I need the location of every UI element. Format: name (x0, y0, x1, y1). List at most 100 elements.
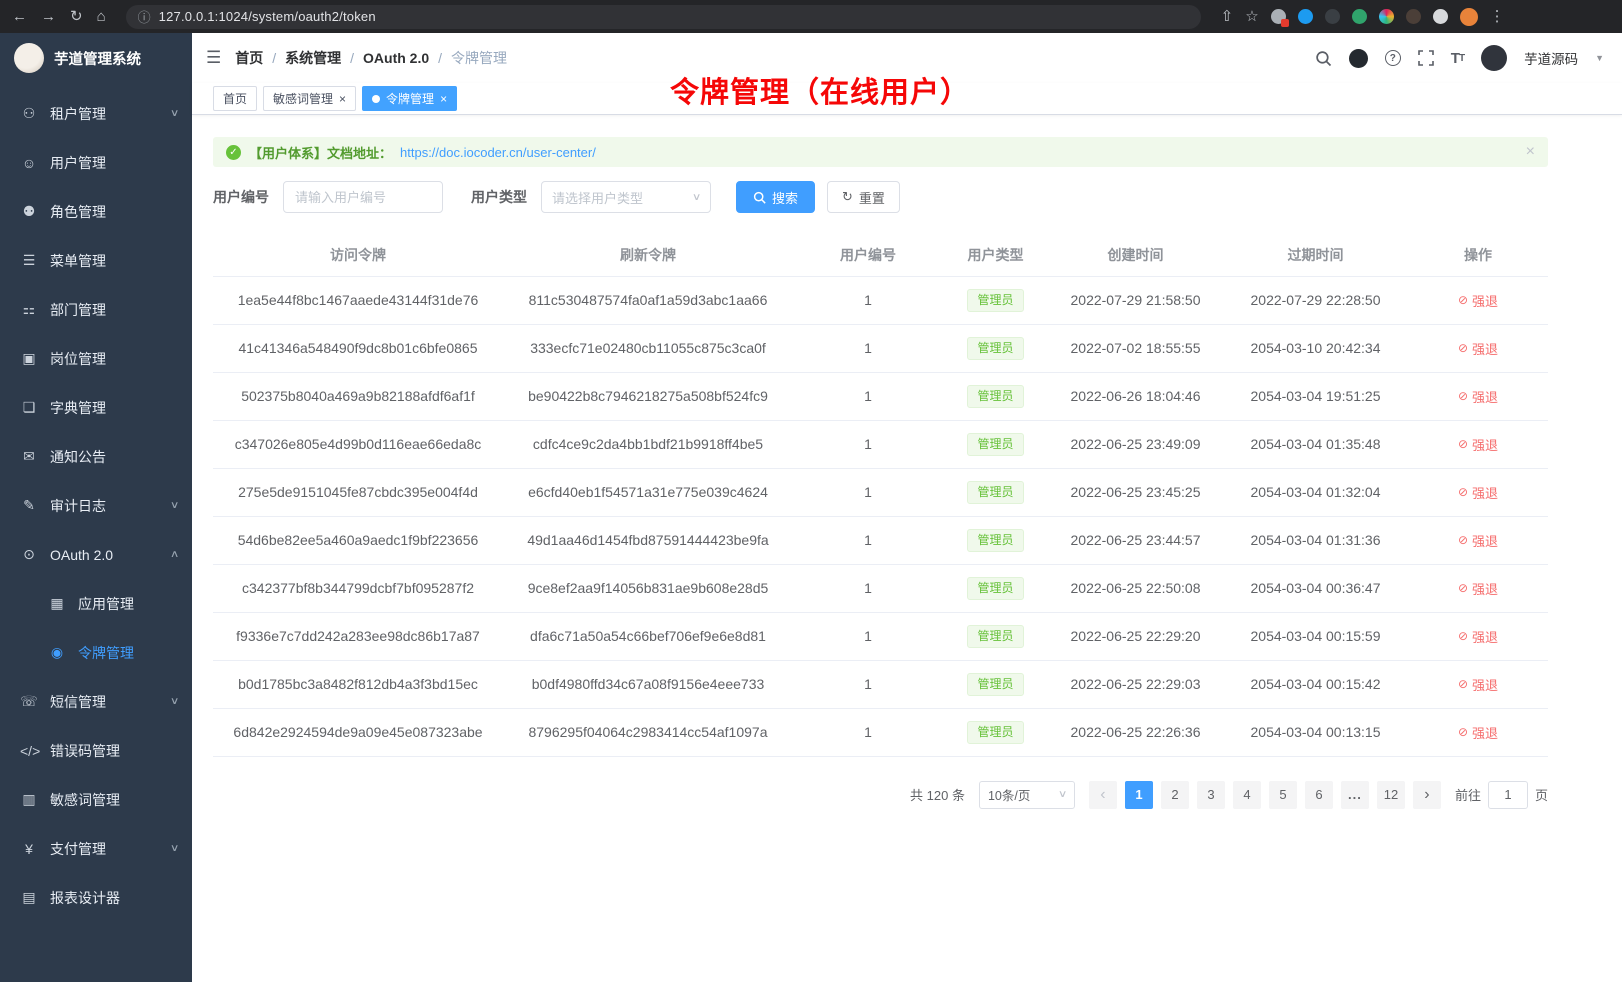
extension-icon[interactable] (1271, 9, 1286, 24)
extension-icon[interactable] (1325, 9, 1340, 24)
share-icon[interactable]: ⇧ (1221, 9, 1234, 24)
force-logout-button[interactable]: ⊘强退 (1458, 387, 1498, 406)
page-size-select[interactable]: 10条/页 ∨ (979, 781, 1075, 809)
active-tab-dot (372, 95, 380, 103)
search-icon[interactable] (1315, 50, 1332, 67)
user-type-badge: 管理员 (967, 289, 1023, 312)
force-logout-button[interactable]: ⊘强退 (1458, 435, 1498, 454)
font-size-icon[interactable]: TT (1451, 50, 1464, 67)
sidebar-item-user[interactable]: ☺用户管理 (0, 138, 192, 187)
sms-icon: ☏ (20, 693, 38, 710)
pagination-total: 共 120 条 (910, 785, 965, 804)
user-id-input[interactable] (283, 181, 443, 213)
pagination-prev-button[interactable]: ‹ (1089, 781, 1117, 809)
force-logout-label: 强退 (1472, 339, 1498, 358)
help-icon[interactable]: ? (1385, 50, 1401, 66)
sidebar-item-role[interactable]: ⚉角色管理 (0, 187, 192, 236)
close-icon[interactable]: × (1526, 143, 1535, 161)
force-logout-button[interactable]: ⊘强退 (1458, 675, 1498, 694)
page-button-3[interactable]: 3 (1197, 781, 1225, 809)
page-button-5[interactable]: 5 (1269, 781, 1297, 809)
chevron-down-icon: ∨ (1058, 789, 1068, 800)
reload-icon[interactable]: ↻ (70, 9, 83, 24)
sidebar-item-tenant[interactable]: ⚇租户管理∨ (0, 89, 192, 138)
breadcrumb-item[interactable]: 系统管理 (285, 48, 341, 68)
sidebar-item-oauth2-token[interactable]: ◉令牌管理 (0, 628, 192, 677)
sidebar-item-pay[interactable]: ¥支付管理∨ (0, 824, 192, 873)
refresh-icon: ↻ (842, 189, 853, 205)
extension-icon[interactable] (1433, 9, 1448, 24)
delete-icon: ⊘ (1458, 725, 1468, 739)
browser-toolbar-right: ⇧ ☆ ⋮ (1221, 8, 1505, 26)
page-button-6[interactable]: 6 (1305, 781, 1333, 809)
expire-time-cell: 2054-03-04 00:15:59 (1223, 612, 1408, 660)
force-logout-button[interactable]: ⊘强退 (1458, 627, 1498, 646)
force-logout-button[interactable]: ⊘强退 (1458, 531, 1498, 550)
extension-icon[interactable] (1352, 9, 1367, 24)
url-bar[interactable]: ⓘ 127.0.0.1:1024/system/oauth2/token (126, 5, 1201, 29)
pagination-next-button[interactable]: › (1413, 781, 1441, 809)
close-icon[interactable]: × (440, 93, 447, 105)
back-icon[interactable]: ← (12, 9, 27, 24)
access-token-cell: c342377bf8b344799dcbf7bf095287f2 (213, 564, 503, 612)
browser-profile-avatar[interactable] (1460, 8, 1478, 26)
force-logout-button[interactable]: ⊘强退 (1458, 483, 1498, 502)
sidebar-item-notice[interactable]: ✉通知公告 (0, 432, 192, 481)
tab-token[interactable]: 令牌管理 × (362, 86, 457, 111)
pagination-more-button[interactable]: ... (1341, 781, 1369, 809)
user-name[interactable]: 芋道源码 (1524, 48, 1578, 68)
browser-menu-icon[interactable]: ⋮ (1490, 9, 1505, 24)
breadcrumb-item[interactable]: 首页 (235, 48, 263, 68)
breadcrumb-item-current: 令牌管理 (451, 48, 507, 68)
sidebar-item-sms[interactable]: ☏短信管理∨ (0, 677, 192, 726)
home-icon[interactable]: ⌂ (97, 9, 106, 24)
breadcrumb-item[interactable]: OAuth 2.0 (363, 50, 429, 66)
search-button[interactable]: 搜索 (736, 181, 815, 213)
forward-icon[interactable]: → (41, 9, 56, 24)
force-logout-button[interactable]: ⊘强退 (1458, 339, 1498, 358)
site-info-icon[interactable]: ⓘ (138, 7, 151, 26)
collapse-menu-icon[interactable]: ☰ (206, 48, 221, 68)
page-button-2[interactable]: 2 (1161, 781, 1189, 809)
sidebar-item-audit-log[interactable]: ✎审计日志∨ (0, 481, 192, 530)
select-placeholder: 请选择用户类型 (552, 188, 643, 207)
created-time-cell: 2022-07-29 21:58:50 (1048, 276, 1223, 324)
bookmark-star-icon[interactable]: ☆ (1245, 9, 1258, 24)
sidebar-item-label: 支付管理 (50, 839, 171, 859)
access-token-cell: 6d842e2924594de9a09e45e087323abe (213, 708, 503, 756)
user-id-cell: 1 (793, 564, 943, 612)
page-button-1[interactable]: 1 (1125, 781, 1153, 809)
sidebar-item-report[interactable]: ▤报表设计器 (0, 873, 192, 922)
github-icon[interactable] (1349, 49, 1368, 68)
column-header-user-id: 用户编号 (793, 235, 943, 276)
tab-home[interactable]: 首页 (213, 86, 257, 111)
extension-icon[interactable] (1298, 9, 1313, 24)
access-token-cell: b0d1785bc3a8482f812db4a3f3bd15ec (213, 660, 503, 708)
sidebar-item-menu[interactable]: ☰菜单管理 (0, 236, 192, 285)
goto-page-input[interactable] (1488, 781, 1528, 809)
force-logout-button[interactable]: ⊘强退 (1458, 579, 1498, 598)
force-logout-button[interactable]: ⊘强退 (1458, 291, 1498, 310)
column-header-expire-time: 过期时间 (1223, 235, 1408, 276)
column-header-user-type: 用户类型 (943, 235, 1048, 276)
sidebar-item-oauth2-app[interactable]: ▦应用管理 (0, 579, 192, 628)
force-logout-button[interactable]: ⊘强退 (1458, 723, 1498, 742)
success-check-icon: ✓ (226, 145, 241, 160)
sidebar-item-error-code[interactable]: </>错误码管理 (0, 726, 192, 775)
user-avatar[interactable] (1481, 45, 1507, 71)
tab-sensitive-word[interactable]: 敏感词管理 × (263, 86, 356, 111)
sidebar-item-dict[interactable]: ❏字典管理 (0, 383, 192, 432)
extension-icon[interactable] (1406, 9, 1421, 24)
user-type-select[interactable]: 请选择用户类型 ∨ (541, 181, 711, 213)
reset-button[interactable]: ↻ 重置 (827, 181, 900, 213)
close-icon[interactable]: × (339, 93, 346, 105)
page-button-4[interactable]: 4 (1233, 781, 1261, 809)
extension-icon[interactable] (1379, 9, 1394, 24)
doc-link[interactable]: https://doc.iocoder.cn/user-center/ (400, 145, 596, 160)
fullscreen-icon[interactable] (1418, 50, 1434, 66)
sidebar-item-sensitive-word[interactable]: ▥敏感词管理 (0, 775, 192, 824)
sidebar-item-oauth2[interactable]: ⊙OAuth 2.0∧ (0, 530, 192, 579)
sidebar-item-dept[interactable]: ⚏部门管理 (0, 285, 192, 334)
page-button-12[interactable]: 12 (1377, 781, 1405, 809)
sidebar-item-post[interactable]: ▣岗位管理 (0, 334, 192, 383)
